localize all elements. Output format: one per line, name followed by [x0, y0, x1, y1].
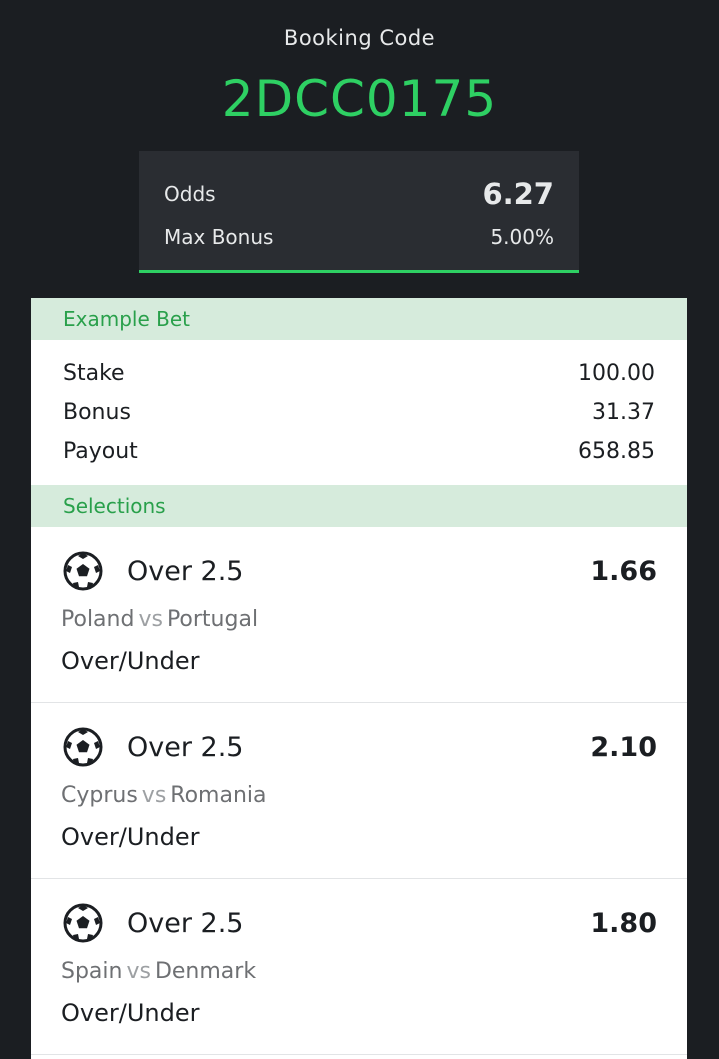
odds-row: Odds 6.27	[164, 177, 554, 211]
selection-teams: Spain vs Denmark	[61, 959, 256, 984]
odds-label: Odds	[164, 182, 216, 206]
selection-header: Over 2.5 2.10	[63, 727, 657, 767]
vs-label: vs	[141, 783, 167, 808]
payout-value: 658.85	[578, 439, 655, 464]
vs-label: vs	[138, 607, 163, 632]
away-team: Denmark	[154, 959, 257, 984]
payout-label: Payout	[63, 439, 138, 464]
selection-market: Over 2.5	[127, 907, 244, 939]
soccer-ball-icon	[63, 903, 103, 943]
selection-bet-type: Over/Under	[61, 999, 200, 1027]
booking-code-label: Booking Code	[283, 26, 436, 50]
selection-teams: Cyprus vs Romania	[61, 783, 267, 808]
soccer-ball-icon	[63, 551, 103, 591]
selection-odds: 2.10	[590, 731, 657, 763]
selection-odds: 1.66	[590, 555, 657, 587]
odds-summary-box: Odds 6.27 Max Bonus 5.00%	[139, 151, 579, 273]
home-team: Spain	[61, 959, 123, 984]
booking-header: Booking Code 2DCC0175 Odds 6.27 Max Bonu…	[0, 0, 719, 298]
selection-bet-type: Over/Under	[61, 823, 200, 851]
selection-odds: 1.80	[590, 907, 657, 939]
selection-market: Over 2.5	[127, 731, 244, 763]
payout-row: Payout 658.85	[63, 432, 655, 471]
vs-label: vs	[126, 959, 151, 984]
example-bet-section: Stake 100.00 Bonus 31.37 Payout 658.85	[31, 340, 687, 485]
selections-heading: Selections	[31, 485, 687, 527]
selection-header: Over 2.5 1.80	[63, 903, 657, 943]
selection-item[interactable]: Over 2.5 1.80 Spain vs Denmark Over/Under	[31, 879, 687, 1055]
example-bet-heading: Example Bet	[31, 298, 687, 340]
soccer-ball-icon	[63, 727, 103, 767]
selection-header: Over 2.5 1.66	[63, 551, 657, 591]
bonus-value: 31.37	[592, 400, 655, 425]
max-bonus-label: Max Bonus	[164, 225, 274, 249]
stake-label: Stake	[63, 361, 125, 386]
selection-market: Over 2.5	[127, 555, 244, 587]
selection-item[interactable]: Over 2.5 1.66 Poland vs Portugal Over/Unde…	[31, 527, 687, 703]
max-bonus-value: 5.00%	[490, 225, 554, 249]
bonus-row: Bonus 31.37	[63, 393, 655, 432]
odds-value: 6.27	[482, 177, 554, 211]
away-team: Romania	[170, 783, 267, 808]
selection-bet-type: Over/Under	[61, 647, 200, 675]
bonus-label: Bonus	[63, 400, 131, 425]
home-team: Poland	[61, 607, 135, 632]
bet-details-card: Example Bet Stake 100.00 Bonus 31.37 Pay…	[31, 298, 687, 1059]
booking-code-value[interactable]: 2DCC0175	[0, 70, 719, 128]
stake-row: Stake 100.00	[63, 354, 655, 393]
max-bonus-row: Max Bonus 5.00%	[164, 225, 554, 249]
selection-teams: Poland vs Portugal	[61, 607, 258, 632]
stake-value: 100.00	[578, 361, 655, 386]
away-team: Portugal	[166, 607, 259, 632]
home-team: Cyprus	[61, 783, 138, 808]
selection-item[interactable]: Over 2.5 2.10 Cyprus vs Romania Over/Under	[31, 703, 687, 879]
